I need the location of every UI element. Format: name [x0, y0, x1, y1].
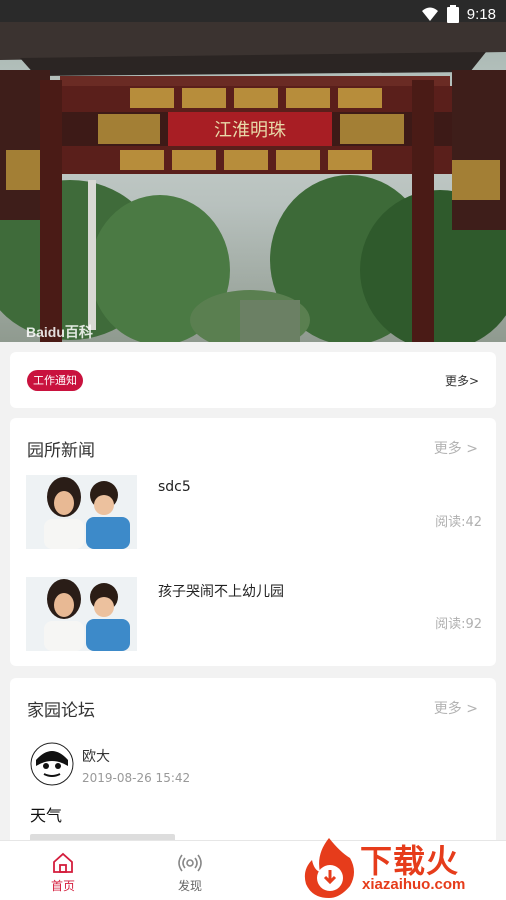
post-author[interactable]: 欧大 [82, 746, 110, 766]
broadcast-icon [178, 854, 202, 872]
memorial-gate-photo: 江淮明珠 [0, 0, 506, 342]
watermark-logo-url: xiazaihuo.com [362, 876, 466, 893]
news-thumbnail [26, 475, 137, 549]
flame-icon [304, 838, 354, 898]
tab-home[interactable]: 首页 [28, 841, 98, 900]
read-count: 阅读:42 [435, 515, 482, 530]
tab-discover[interactable]: 发现 [155, 841, 225, 900]
status-bar: 9:18 [0, 0, 506, 28]
post-timestamp: 2019-08-26 15:42 [82, 771, 191, 785]
parent-forum-section: 家园论坛 更多 > 欧大 2019-08-26 15:42 天气 [10, 678, 496, 848]
read-count: 阅读:92 [435, 617, 482, 632]
news-item[interactable]: sdc5 阅读:42 [26, 475, 482, 550]
battery-icon [446, 5, 459, 23]
wifi-icon [421, 7, 438, 21]
news-item[interactable]: 孩子哭闹不上幼儿园 阅读:92 [26, 577, 482, 652]
work-notice-badge[interactable]: 工作通知 [27, 370, 83, 391]
tab-label: 发现 [177, 879, 202, 893]
notice-card[interactable]: 工作通知 更多> [10, 352, 496, 408]
avatar[interactable] [30, 742, 74, 786]
xiazaihuo-watermark-logo: 下载火 xiazaihuo.com [300, 834, 506, 900]
tab-label: 首页 [50, 879, 75, 893]
news-title: sdc5 [158, 479, 191, 495]
campus-news-section: 园所新闻 更多 > sdc5 阅读:42 孩子哭闹不上幼儿园 阅读:92 [10, 418, 496, 666]
news-thumbnail [26, 577, 137, 651]
gate-plaque-text: 江淮明珠 [214, 120, 286, 141]
news-more-link[interactable]: 更多 > [434, 438, 478, 458]
baidu-watermark: Baidu百科 [26, 324, 93, 340]
news-title: 孩子哭闹不上幼儿园 [158, 584, 284, 600]
section-title: 园所新闻 [27, 441, 95, 461]
status-time: 9:18 [466, 5, 496, 23]
banner-image[interactable]: 江淮明珠 9:18 Baidu百科 [0, 0, 506, 342]
home-icon [53, 852, 73, 873]
post-title[interactable]: 天气 [30, 802, 62, 826]
forum-more-link[interactable]: 更多 > [434, 698, 478, 718]
notice-more-link[interactable]: 更多> [445, 372, 479, 389]
section-title: 家园论坛 [27, 701, 95, 721]
